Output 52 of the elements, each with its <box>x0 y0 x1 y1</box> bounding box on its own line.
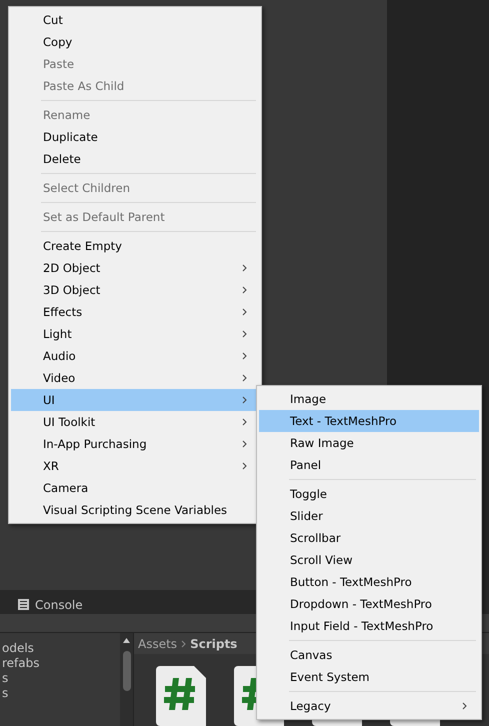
menu-item[interactable]: In-App Purchasing <box>11 433 259 455</box>
menu-item[interactable]: Effects <box>11 301 259 323</box>
menu-item[interactable]: Visual Scripting Scene Variables <box>11 499 259 521</box>
scroll-up-icon[interactable] <box>123 638 130 643</box>
menu-item[interactable]: Copy <box>11 31 259 53</box>
menu-item[interactable]: Raw Image <box>259 432 479 454</box>
menu-item[interactable]: Camera <box>11 477 259 499</box>
folder-label[interactable]: s <box>2 671 120 686</box>
breadcrumb-item[interactable]: Assets <box>138 636 178 650</box>
menu-item[interactable]: Cut <box>11 9 259 31</box>
folder-label[interactable]: s <box>2 686 120 701</box>
menu-item[interactable]: Delete <box>11 148 259 170</box>
chevron-icon <box>462 702 467 710</box>
menu-item[interactable]: Scroll View <box>259 549 479 571</box>
menu-item[interactable]: 2D Object <box>11 257 259 279</box>
menu-item[interactable]: UI Toolkit <box>11 411 259 433</box>
folder-label[interactable]: refabs <box>2 656 120 671</box>
menu-item[interactable]: Button - TextMeshPro <box>259 571 479 593</box>
menu-item[interactable]: Video <box>11 367 259 389</box>
chevron-icon <box>242 330 247 338</box>
menu-item[interactable]: Scrollbar <box>259 527 479 549</box>
menu-item[interactable]: Duplicate <box>11 126 259 148</box>
folder-label[interactable]: odels <box>2 641 120 656</box>
scrollbar-thumb[interactable] <box>122 651 130 691</box>
menu-item[interactable]: Toggle <box>259 483 479 505</box>
chevron-icon <box>242 264 247 272</box>
menu-item[interactable]: Legacy <box>259 695 479 717</box>
chevron-icon <box>242 352 247 360</box>
chevron-icon <box>242 286 247 294</box>
chevron-icon <box>242 374 247 382</box>
menu-item[interactable]: Create Empty <box>11 235 259 257</box>
chevron-icon <box>181 640 186 648</box>
menu-item[interactable]: Event System <box>259 666 479 688</box>
menu-item[interactable]: Audio <box>11 345 259 367</box>
menu-item[interactable]: Light <box>11 323 259 345</box>
menu-item[interactable]: Panel <box>259 454 479 476</box>
console-icon <box>18 599 29 610</box>
chevron-icon <box>242 462 247 470</box>
chevron-icon <box>242 396 247 404</box>
chevron-icon <box>242 440 247 448</box>
menu-item[interactable]: Slider <box>259 505 479 527</box>
menu-item[interactable]: UI <box>11 389 259 411</box>
menu-item[interactable]: Canvas <box>259 644 479 666</box>
menu-item[interactable]: Input Field - TextMeshPro <box>259 615 479 637</box>
script-file-icon <box>156 666 206 726</box>
menu-item[interactable]: Text - TextMeshPro <box>259 410 479 432</box>
menu-item[interactable]: Image <box>259 388 479 410</box>
chevron-icon <box>242 418 247 426</box>
breadcrumb-item[interactable]: Scripts <box>190 636 238 650</box>
chevron-icon <box>242 308 247 316</box>
menu-item[interactable]: XR <box>11 455 259 477</box>
menu-item[interactable]: 3D Object <box>11 279 259 301</box>
